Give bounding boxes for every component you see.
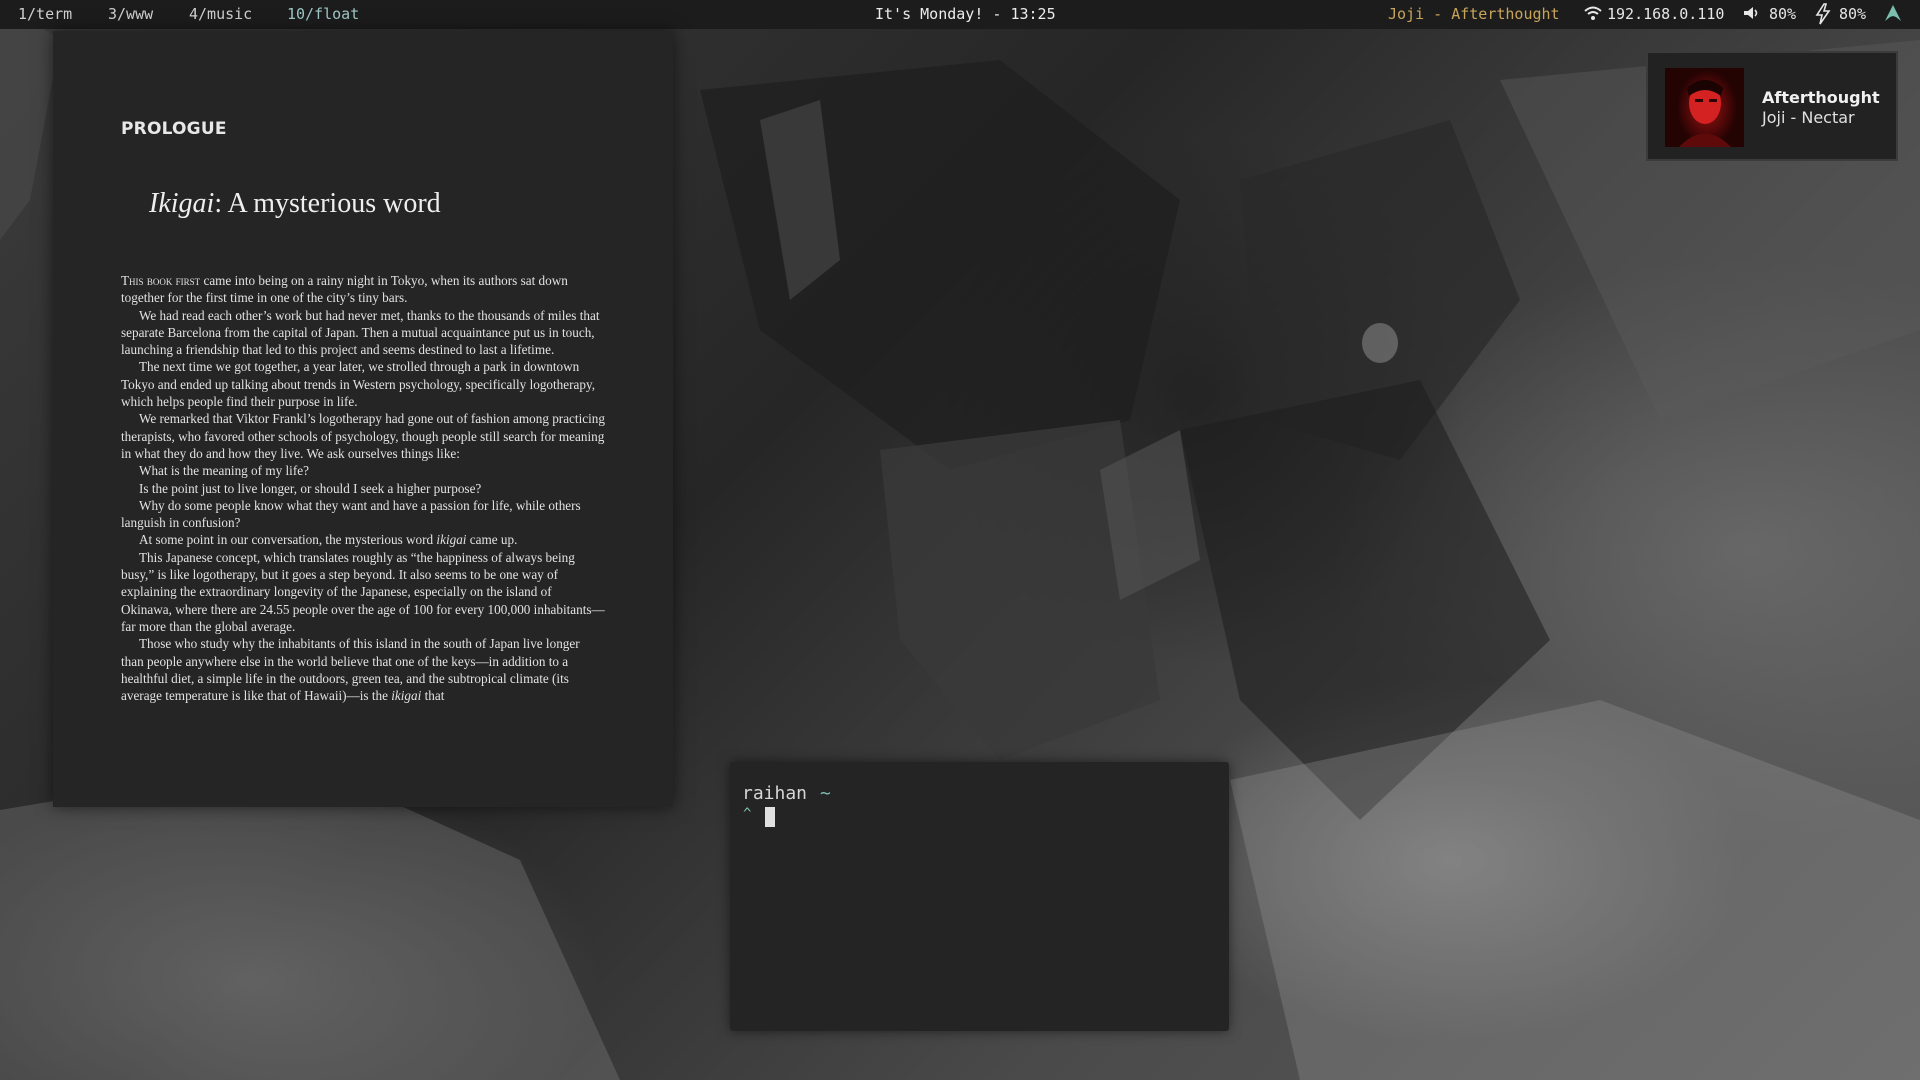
volume-level: 80% [1769, 5, 1797, 23]
workspace-10-float[interactable]: 10/float [287, 5, 359, 23]
paragraph-emphasis: ikigai [391, 688, 422, 704]
paragraph-text: came up. [466, 532, 518, 548]
paragraph-emphasis: ikigai [436, 532, 467, 548]
paragraph-text: At some point in our conversation, the m… [139, 532, 437, 548]
paragraph: Is the point just to live longer, or sho… [139, 480, 482, 496]
paragraph: We had read each other’s work but had ne… [121, 307, 600, 358]
paragraph: We remarked that Viktor Frankl’s logothe… [121, 411, 605, 461]
paragraph: This Japanese concept, which translates … [121, 549, 605, 634]
arch-logo-icon[interactable] [1884, 3, 1902, 27]
wifi-icon [1584, 3, 1602, 27]
album-art [1665, 68, 1744, 147]
workspace-1-term[interactable]: 1/term [18, 5, 72, 23]
prompt-username: raihan [742, 783, 808, 804]
workspace-3-www[interactable]: 3/www [108, 5, 153, 23]
paragraph: At some point in our conversation, the m… [121, 531, 605, 548]
battery-icon [1814, 3, 1832, 29]
prompt-symbol: ^ [743, 806, 752, 822]
workspace-4-music[interactable]: 4/music [189, 5, 252, 23]
paragraph-lead: This book first [121, 273, 201, 288]
chapter-title-italic: Ikigai [149, 188, 215, 219]
chapter-title-rest: : A mysterious word [214, 188, 441, 219]
now-playing-status[interactable]: Joji - Afterthought [1388, 5, 1560, 23]
paragraph-text: Those who study why the inhabitants of t… [121, 636, 580, 704]
paragraph: Those who study why the inhabitants of t… [121, 635, 605, 704]
ebook-reader-window[interactable]: PROLOGUE Ikigai: A mysterious word This … [53, 31, 673, 807]
top-status-bar: 1/term 3/www 4/music 10/float It's Monda… [0, 0, 1920, 29]
paragraph: This book first came into being on a rai… [121, 272, 605, 307]
paragraph: Why do some people know what they want a… [121, 497, 581, 531]
paragraph-text: that [421, 688, 445, 704]
book-text: This book first came into being on a rai… [121, 272, 605, 704]
ip-address: 192.168.0.110 [1607, 5, 1725, 23]
terminal-window[interactable]: raihan ~ ^ [730, 762, 1229, 1031]
volume-icon[interactable] [1742, 3, 1760, 27]
track-title: Afterthought [1762, 88, 1880, 107]
section-heading: PROLOGUE [121, 119, 227, 139]
battery-level: 80% [1839, 5, 1867, 23]
paragraph: The next time we got together, a year la… [121, 359, 595, 410]
terminal-cursor[interactable] [765, 807, 775, 827]
paragraph: What is the meaning of my life? [139, 463, 309, 479]
track-artist-album: Joji - Nectar [1762, 108, 1855, 127]
album-art-portrait [1665, 68, 1744, 147]
chapter-title: Ikigai: A mysterious word [149, 188, 441, 220]
prompt-cwd: ~ [820, 783, 831, 804]
now-playing-card[interactable]: Afterthought Joji - Nectar [1646, 51, 1898, 161]
clock: It's Monday! - 13:25 [875, 5, 1056, 23]
